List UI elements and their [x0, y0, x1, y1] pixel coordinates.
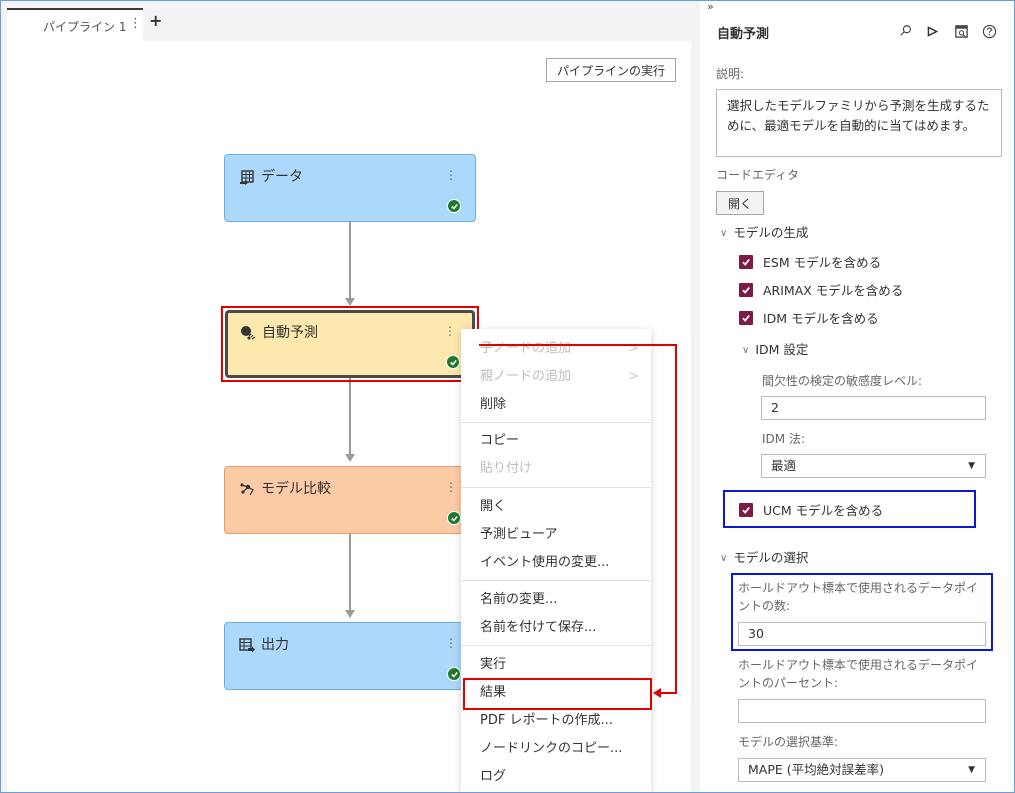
selection-criterion-label: モデルの選択基準:	[738, 735, 839, 749]
holdout-percent-label: ホールドアウト標本で使用されるデータポイントのパーセント:	[738, 658, 979, 690]
success-check-icon	[447, 511, 461, 525]
output-table-icon	[239, 637, 255, 653]
run-pipeline-button[interactable]: パイプラインの実行	[546, 58, 676, 82]
menu-item-copy-node-link[interactable]: ノードリンクのコピー...	[461, 735, 651, 763]
sensitivity-label: 間欠性の検定の敏感度レベル:	[762, 374, 923, 388]
holdout-percent-input[interactable]	[738, 699, 986, 723]
include-idm-checkbox[interactable]: IDM モデルを含める	[739, 308, 879, 327]
chevron-down-icon: ∨	[742, 345, 750, 356]
menu-separator	[461, 580, 651, 581]
panel-title: 自動予測	[717, 27, 770, 42]
menu-item-rename[interactable]: 名前の変更...	[461, 586, 651, 614]
checkbox-label: IDM モデルを含める	[763, 311, 879, 326]
menu-separator	[461, 422, 651, 423]
description-text: 選択したモデルファミリから予測を生成するために、最適モデルを自動的に当てはめます…	[716, 89, 1002, 157]
connector-arrowhead	[345, 454, 355, 462]
chevron-down-icon: ∨	[720, 553, 728, 564]
connector-arrowhead	[345, 610, 355, 618]
data-table-icon	[239, 169, 255, 185]
connector-arrowhead	[345, 298, 355, 306]
ucm-highlight	[723, 490, 976, 528]
checkbox-label: ESM モデルを含める	[763, 255, 882, 270]
submenu-chevron-icon: >	[628, 369, 639, 384]
idm-method-select[interactable]: 最適 ▼	[761, 454, 986, 478]
include-esm-checkbox[interactable]: ESM モデルを含める	[739, 252, 881, 271]
selection-criterion-select[interactable]: MAPE (平均絶対誤差率) ▼	[738, 758, 986, 782]
menu-item-log[interactable]: ログ	[461, 763, 651, 791]
results-item-highlight	[463, 678, 652, 710]
menu-separator	[461, 487, 651, 488]
code-editor-label: コードエディタ	[716, 168, 800, 182]
menu-item-forecast-viewer[interactable]: 予測ビューア	[461, 521, 651, 549]
menu-item-run[interactable]: 実行	[461, 651, 651, 679]
node-label: モデル比較	[261, 481, 331, 497]
annotation-arrowhead	[653, 688, 661, 698]
tab-pipeline-1[interactable]: パイプライン 1 ⋮	[7, 8, 143, 41]
idm-method-label: IDM 法:	[762, 432, 805, 446]
open-code-editor-button[interactable]: 開く	[716, 191, 764, 215]
menu-item-copy[interactable]: コピー	[461, 427, 651, 455]
select-value: MAPE (平均絶対誤差率)	[748, 762, 884, 777]
collapse-panel-icon[interactable]: »	[707, 1, 714, 13]
holdout-count-highlight	[731, 573, 993, 651]
node-data[interactable]: データ ⋮	[224, 154, 476, 222]
results-viewer-icon[interactable]	[953, 23, 969, 39]
annotation-line	[675, 344, 677, 694]
node-output[interactable]: 出力 ⋮	[224, 622, 476, 690]
menu-item-paste[interactable]: 貼り付け	[461, 455, 651, 483]
add-tab-icon[interactable]: +	[149, 13, 162, 29]
properties-panel: » 自動予測 説明: 選択したモデルファミリから予測を生成するために、最適モデル…	[700, 1, 1014, 792]
search-icon[interactable]	[898, 23, 914, 39]
menu-separator	[461, 645, 651, 646]
menu-item-add-child-node[interactable]: 子ノードの追加 >	[461, 335, 651, 363]
menu-item-label: 親ノードの追加	[480, 369, 572, 384]
node-menu-icon[interactable]: ⋮	[445, 169, 457, 181]
node-context-menu: 子ノードの追加 > 親ノードの追加 > 削除 コピー 貼り付け 開く 予測ビュー…	[461, 329, 651, 793]
node-model-comparison[interactable]: モデル比較 ⋮	[224, 466, 476, 534]
chevron-down-icon: ∨	[720, 228, 728, 239]
node-menu-icon[interactable]: ⋮	[445, 637, 457, 649]
model-comparison-icon	[239, 481, 255, 497]
menu-item-open[interactable]: 開く	[461, 493, 651, 521]
menu-item-save-as[interactable]: 名前を付けて保存...	[461, 614, 651, 642]
tab-menu-icon[interactable]: ⋮	[129, 17, 142, 31]
tab-bar: パイプライン 1 ⋮ +	[1, 1, 700, 41]
menu-item-add-parent-node[interactable]: 親ノードの追加 >	[461, 363, 651, 391]
node-label: データ	[261, 169, 303, 185]
tab-label: パイプライン 1	[43, 20, 127, 34]
section-heading: IDM 設定	[755, 342, 809, 357]
selected-node-highlight	[221, 306, 479, 382]
description-label: 説明:	[716, 67, 745, 81]
success-check-icon	[447, 199, 461, 213]
model-generation-section[interactable]: ∨ モデルの生成	[720, 222, 808, 241]
checkbox-label: ARIMAX モデルを含める	[763, 283, 904, 298]
success-check-icon	[447, 667, 461, 681]
menu-item-delete[interactable]: 削除	[461, 391, 651, 419]
connector-line	[349, 534, 351, 614]
section-heading: モデルの生成	[733, 225, 809, 240]
dropdown-caret-icon: ▼	[968, 765, 975, 775]
idm-settings-section[interactable]: ∨ IDM 設定	[742, 339, 808, 358]
help-icon[interactable]	[981, 23, 997, 39]
include-arimax-checkbox[interactable]: ARIMAX モデルを含める	[739, 280, 903, 299]
dropdown-caret-icon: ▼	[968, 461, 975, 471]
submenu-chevron-icon: >	[628, 341, 639, 356]
run-icon[interactable]	[924, 23, 940, 39]
connector-line	[349, 222, 351, 302]
annotation-line	[479, 344, 676, 346]
menu-item-change-event-usage[interactable]: イベント使用の変更...	[461, 549, 651, 577]
node-label: 出力	[261, 637, 289, 653]
checkbox-checked-icon	[739, 282, 753, 297]
menu-item-create-pdf-report[interactable]: PDF レポートの作成...	[461, 707, 651, 735]
checkbox-checked-icon	[739, 254, 753, 269]
select-value: 最適	[771, 458, 797, 473]
section-heading: モデルの選択	[733, 550, 809, 565]
connector-line	[349, 378, 351, 458]
checkbox-checked-icon	[739, 310, 753, 325]
node-menu-icon[interactable]: ⋮	[445, 481, 457, 493]
sensitivity-input[interactable]: 2	[761, 396, 986, 420]
model-selection-section[interactable]: ∨ モデルの選択	[720, 547, 808, 566]
annotation-line	[660, 692, 677, 694]
